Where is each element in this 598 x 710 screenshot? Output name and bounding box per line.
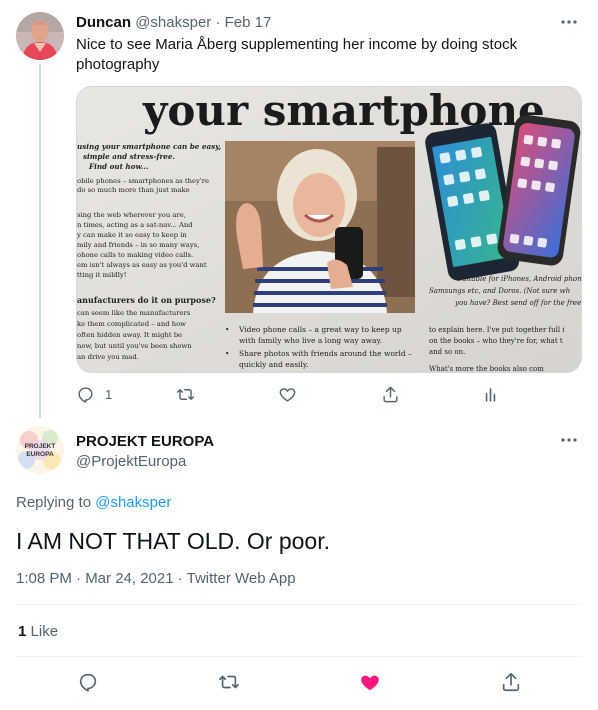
parent-reply-button[interactable]: 1	[76, 382, 112, 406]
right-body-2: on the books – who they're for, what t	[429, 337, 563, 345]
avatar-projekt-europa[interactable]: PROJEKT EUROPA	[16, 426, 64, 474]
replying-to: Replying to @shaksper	[16, 493, 171, 513]
body-line-9: em isn't always as easy as you'd want	[77, 261, 207, 269]
thread-connector-line	[39, 64, 41, 418]
likes-summary[interactable]: 1 Like	[18, 622, 58, 642]
parent-retweet-button[interactable]	[176, 382, 205, 406]
right-caption-2: Samsungs etc, and Doros. (Not sure wh	[429, 287, 570, 295]
left-subhead: anufacturers do it on purpose?	[77, 295, 216, 305]
sub-line-2: ke them complicated – and how	[77, 320, 186, 328]
likes-label: Like	[30, 623, 59, 640]
sub-line-4: now, but until you've been shown	[77, 342, 192, 350]
right-body-3: and so on.	[429, 348, 465, 356]
sub-line-5: an drive you mad.	[77, 353, 139, 361]
parent-reply-count: 1	[105, 386, 113, 402]
body-line-8: ohone calls to making video calls.	[77, 251, 193, 259]
sub-line-1: can seem like the manufacturers	[77, 309, 191, 317]
reply-icon	[78, 386, 93, 403]
parent-tweet-text: Nice to see Maria Åberg supplementing he…	[76, 36, 518, 73]
heart-icon	[361, 675, 379, 691]
intro-line-2: simple and stress-free.	[83, 152, 175, 161]
main-share-button[interactable]	[497, 668, 525, 696]
intro-line-1: using your smartphone can be easy,	[77, 142, 222, 151]
parent-analytics-button[interactable]	[481, 382, 500, 406]
body-line-6: y can make it so easy to keep in	[77, 231, 187, 239]
main-reply-button[interactable]	[74, 668, 102, 696]
main-retweet-button[interactable]	[215, 668, 243, 696]
parent-more-icon[interactable]	[556, 12, 582, 32]
parent-share-button[interactable]	[381, 382, 400, 406]
divider-top	[16, 604, 582, 605]
likes-count: 1	[18, 623, 27, 640]
retweet-icon	[176, 388, 195, 400]
parent-tweet[interactable]: Duncan @shaksper · Feb 17 Nice to see Ma…	[0, 0, 598, 418]
main-more-icon[interactable]	[556, 430, 582, 450]
sub-line-3: often hidden away. It might be	[77, 331, 182, 339]
reply-icon	[79, 673, 97, 692]
parent-like-button[interactable]	[278, 382, 307, 406]
body-line-7: mily and friends – in so many ways,	[77, 241, 199, 249]
right-body-1: to explain here. I've put together full …	[429, 326, 565, 334]
main-tweet-text: I AM NOT THAT OLD. Or poor.	[16, 528, 330, 554]
center-bullet-3: Share photos with friends around the wor…	[239, 349, 412, 358]
center-bullet-4: quickly and easily.	[239, 360, 308, 369]
center-bullet-1: Video phone calls – a great way to keep …	[238, 325, 402, 334]
main-author-handle[interactable]: @ProjektEuropa	[76, 452, 186, 472]
main-tweet-actions	[0, 668, 598, 696]
main-like-button[interactable]	[356, 668, 384, 696]
center-bullet-2: with family who live a long way away.	[239, 336, 382, 345]
parent-date[interactable]: Feb 17	[225, 14, 272, 31]
avatar-duncan[interactable]	[16, 12, 64, 60]
main-tweet-timestamp[interactable]: 1:08 PM · Mar 24, 2021 · Twitter Web App	[16, 569, 296, 589]
bullet-dot-1: •	[225, 325, 229, 334]
parent-tweet-header: Duncan @shaksper · Feb 17	[76, 13, 271, 33]
parent-tweet-actions: 1	[76, 382, 506, 406]
body-line-1: obile phones – smartphones as they're	[77, 177, 209, 185]
replying-to-link[interactable]: @shaksper	[95, 494, 171, 511]
bullet-dot-2: •	[225, 349, 229, 358]
right-body-4: What's more the books also com	[429, 365, 544, 373]
avatar-text-line1: PROJEKT	[25, 443, 56, 450]
divider-bottom	[16, 656, 582, 657]
right-caption-3: you have? Best send off for the free t	[454, 299, 582, 307]
share-icon	[502, 672, 520, 692]
body-line-10: tting it mildly!	[77, 271, 126, 279]
body-line-2: do so much more than just make	[77, 186, 190, 194]
heart-icon	[279, 387, 296, 402]
main-author-name[interactable]: PROJEKT EUROPA	[76, 432, 214, 452]
analytics-icon	[485, 387, 496, 402]
parent-separator: ·	[215, 14, 221, 31]
woman-photo	[225, 141, 415, 313]
right-caption-1: Suitable for iPhones, Android phone	[457, 275, 582, 283]
body-line-4: sing the web wherever you are,	[77, 211, 186, 219]
intro-line-3: Find out how...	[88, 162, 148, 171]
body-line-5: n times, acting as a sat-nav... And	[77, 221, 193, 229]
share-icon	[383, 386, 398, 402]
avatar-text-line2: EUROPA	[26, 451, 54, 458]
tweet-photo[interactable]: your smartphone using your smartphone ca…	[76, 86, 582, 373]
parent-author-name[interactable]: Duncan	[76, 14, 131, 31]
parent-author-handle[interactable]: @shaksper	[135, 14, 211, 31]
retweet-icon	[219, 675, 239, 689]
replying-prefix: Replying to	[16, 494, 92, 511]
